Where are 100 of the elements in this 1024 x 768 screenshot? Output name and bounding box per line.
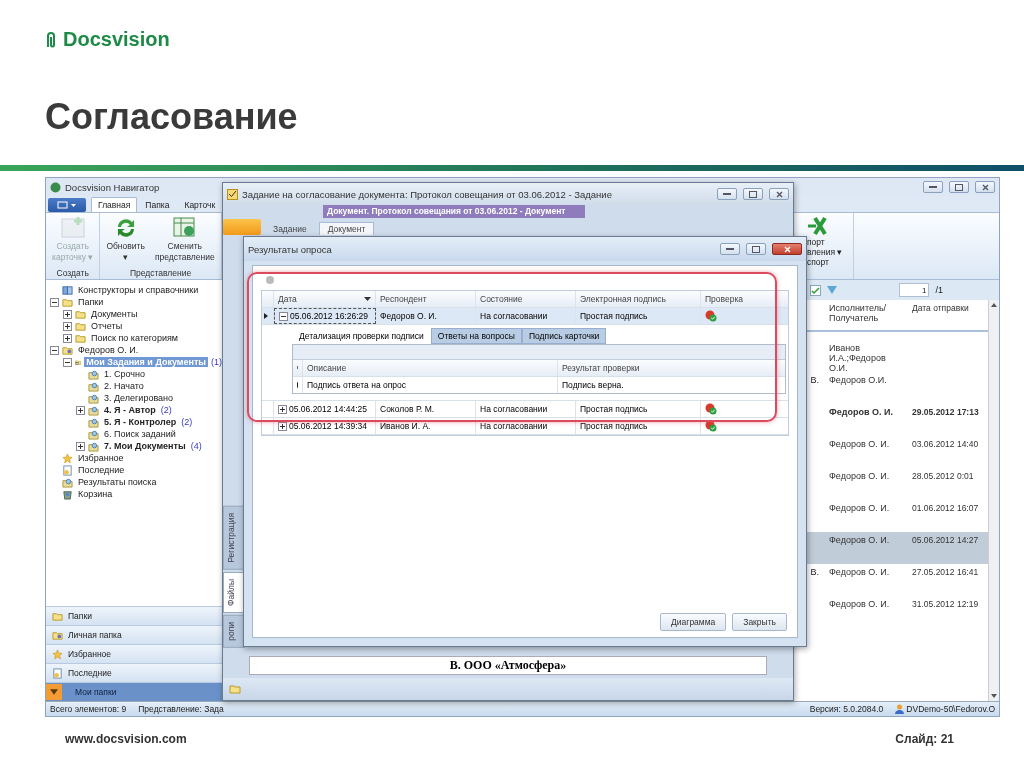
check-icon[interactable]: [810, 284, 822, 296]
collapse-icon[interactable]: [50, 297, 59, 307]
nav-pane-button[interactable]: Избранное: [46, 644, 222, 663]
tree-item[interactable]: Федоров О. И.: [76, 345, 141, 355]
dialog-button[interactable]: Диаграмма: [660, 613, 727, 631]
slide-title: Согласование: [45, 95, 298, 138]
nav-pane-button[interactable]: Личная папка: [46, 625, 222, 644]
tree-item[interactable]: Папки: [76, 297, 106, 307]
table-cell: Иванов И. А.: [376, 418, 476, 434]
tree-item[interactable]: Корзина: [76, 489, 115, 499]
item-count: (4): [190, 441, 202, 451]
maximize-button[interactable]: [743, 188, 763, 200]
column-header[interactable]: Электронная подпись: [576, 291, 701, 307]
tree-item[interactable]: Последние: [76, 465, 127, 475]
tree-item[interactable]: Результаты поиска: [76, 477, 159, 487]
tree-item[interactable]: 3. Делегировано: [102, 393, 176, 403]
collapse-icon[interactable]: [279, 311, 288, 321]
window-title: Задание на согласование документа: Протокол совещания от 03.06.2012 - Задание: [242, 188, 612, 200]
column-header[interactable]: Дата: [274, 291, 376, 307]
column-header[interactable]: Результат проверки: [558, 360, 785, 376]
table-cell-text: Федоров О. И.: [828, 502, 891, 515]
detail-tab[interactable]: Ответы на вопросы: [430, 328, 522, 344]
column-header[interactable]: Дата отправки: [910, 300, 988, 330]
minimize-button[interactable]: [717, 188, 737, 200]
expand-icon[interactable]: [76, 441, 85, 451]
minimize-button[interactable]: [923, 181, 943, 193]
verification-icon: [705, 403, 717, 415]
table-cell: Простая подпись: [576, 418, 701, 434]
ribbon-tab[interactable]: Задание: [265, 223, 315, 235]
ribbon-button-label[interactable]: порт: [807, 237, 851, 247]
detail-tab[interactable]: Подпись карточки: [521, 328, 607, 344]
expand-icon[interactable]: [63, 333, 72, 343]
status-count: Всего элементов: 9: [50, 704, 127, 714]
expand-icon[interactable]: [278, 421, 287, 431]
logo-text: Docsvision: [63, 28, 170, 51]
minimize-icon: [723, 192, 731, 196]
search-folder-icon: [62, 476, 73, 488]
expand-icon[interactable]: [63, 309, 72, 319]
app-menu-button[interactable]: [48, 198, 86, 212]
ribbon-button[interactable]: Обновить ▾: [104, 215, 147, 268]
ribbon-tab[interactable]: Карточк: [177, 197, 223, 212]
expand-icon[interactable]: [63, 321, 72, 331]
side-tab[interactable]: Файлы: [223, 572, 245, 614]
scroll-down-icon[interactable]: [991, 694, 997, 698]
tree-item[interactable]: 1. Срочно: [102, 369, 147, 379]
side-tab[interactable]: Регистрация: [223, 506, 245, 571]
tree-item[interactable]: 5. Я - Контролер: [102, 417, 179, 427]
tree-item[interactable]: 7. Мои Документы: [102, 441, 188, 451]
grid-row[interactable]: 05.06.2012 14:44:25 Соколов Р. М. На согласовании Простая подпись: [262, 401, 788, 418]
sort-icon[interactable]: [364, 297, 371, 301]
verification-icon: [705, 420, 717, 432]
tree-item[interactable]: 4. Я - Автор: [102, 405, 158, 415]
maximize-icon: [955, 183, 963, 191]
expand-icon[interactable]: [278, 404, 287, 414]
nav-pane-button[interactable]: Последние: [46, 663, 222, 682]
column-header[interactable]: Исполнитель/ Получатель: [825, 300, 910, 330]
dialog-button[interactable]: Закрыть: [732, 613, 787, 631]
column-header[interactable]: Респондент: [376, 291, 476, 307]
column-header[interactable]: Состояние: [476, 291, 576, 307]
scrollbar[interactable]: [988, 300, 999, 701]
tree-item[interactable]: 6. Поиск заданий: [102, 429, 178, 439]
side-tab[interactable]: ропи: [223, 615, 245, 648]
search-folder-icon: [88, 380, 99, 392]
search-folder-icon: [88, 440, 99, 452]
table-cell: На согласовании: [476, 401, 576, 417]
search-folder-icon: [88, 368, 99, 380]
minimize-button[interactable]: [720, 243, 740, 255]
scroll-up-icon[interactable]: [991, 303, 997, 307]
close-button[interactable]: [975, 181, 995, 193]
slide-number: Слайд: 21: [895, 732, 954, 746]
ribbon-tab[interactable]: Папка: [138, 197, 177, 212]
column-header[interactable]: Описание: [303, 360, 558, 376]
maximize-icon: [752, 245, 760, 253]
tree-item[interactable]: Конструкторы и справочники: [76, 285, 201, 295]
tree-item[interactable]: 2. Начато: [102, 381, 146, 391]
ribbon-tab[interactable]: Документ: [318, 222, 375, 235]
tree-item[interactable]: Избранное: [76, 453, 126, 463]
table-cell: 31.05.2012 12:19: [912, 599, 979, 609]
grid-row[interactable]: 05.06.2012 16:26:29 Федоров О. И. На согласовании Простая подпись: [262, 308, 788, 325]
tree-item[interactable]: Документы: [89, 309, 140, 319]
close-button[interactable]: [772, 243, 802, 255]
tree-item[interactable]: Отчеты: [89, 321, 125, 331]
document-text: В. ООО «Атмосфера»: [249, 656, 767, 675]
table-cell-text: Федоров О. И.: [828, 598, 891, 611]
ribbon-button[interactable]: Сменить представление: [152, 215, 217, 268]
maximize-button[interactable]: [949, 181, 969, 193]
close-button[interactable]: [769, 188, 789, 200]
tree-item[interactable]: Поиск по категориям: [89, 333, 180, 343]
collapse-icon[interactable]: [63, 357, 72, 367]
ribbon-tab[interactable]: Главная: [91, 197, 138, 212]
column-header[interactable]: Проверка: [701, 291, 771, 307]
page-field[interactable]: 1: [899, 283, 930, 297]
collapse-icon[interactable]: [50, 345, 59, 355]
grid-row[interactable]: 05.06.2012 14:39:34 Иванов И. А. На согласовании Простая подпись: [262, 418, 788, 435]
maximize-button[interactable]: [746, 243, 766, 255]
nav-pane-button[interactable]: Папки: [46, 606, 222, 625]
expand-icon[interactable]: [76, 405, 85, 415]
nav-pane-button[interactable]: Мои папки: [46, 682, 222, 701]
table-cell: Соколов Р. М.: [376, 401, 476, 417]
ribbon-button-label[interactable]: вления ▾: [807, 247, 851, 257]
